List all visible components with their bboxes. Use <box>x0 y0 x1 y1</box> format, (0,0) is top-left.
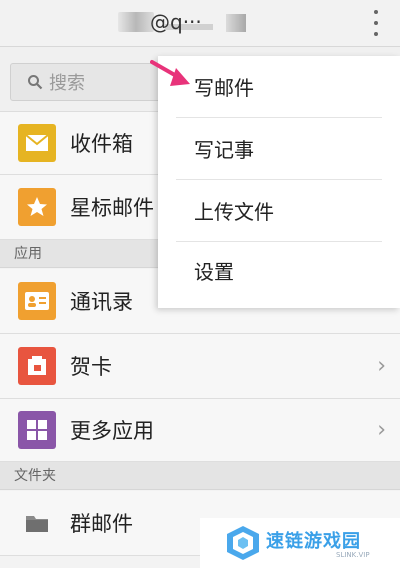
watermark: 速链游戏园 SLINK.VIP <box>200 518 400 568</box>
sidebar-item-label: 贺卡 <box>70 355 112 379</box>
sidebar-item-label: 更多应用 <box>70 419 154 443</box>
sidebar-item-label: 收件箱 <box>70 132 133 156</box>
sidebar-item-more-apps[interactable]: 更多应用 › <box>0 399 400 462</box>
sidebar-item-greeting-cards[interactable]: 贺卡 › <box>0 334 400 399</box>
sidebar-item-label: 群邮件 <box>70 512 133 536</box>
contact-card-icon <box>18 282 56 320</box>
overflow-menu-icon[interactable] <box>366 10 386 36</box>
folder-icon <box>18 504 56 542</box>
search-icon <box>28 75 43 90</box>
chevron-right-icon: › <box>377 417 386 443</box>
overflow-dropdown-menu: 写邮件 写记事 上传文件 设置 <box>158 56 400 308</box>
chevron-right-icon: › <box>377 353 386 379</box>
blurred-account-part <box>118 12 154 32</box>
star-icon <box>18 188 56 226</box>
watermark-subtitle: SLINK.VIP <box>336 551 370 559</box>
sidebar-item-label: 通讯录 <box>70 290 133 314</box>
menu-item-upload-file[interactable]: 上传文件 <box>176 182 382 242</box>
account-address: @q··· <box>150 10 202 34</box>
title-bar: @q··· <box>0 0 400 47</box>
menu-item-settings[interactable]: 设置 <box>176 242 382 302</box>
section-header-folders: 文件夹 <box>0 462 400 490</box>
search-placeholder: 搜索 <box>49 73 85 94</box>
watermark-logo-icon <box>227 526 259 560</box>
annotation-arrow-icon <box>150 60 190 86</box>
envelope-icon <box>18 124 56 162</box>
menu-item-compose[interactable]: 写邮件 <box>176 58 382 118</box>
greeting-card-icon <box>18 347 56 385</box>
menu-item-write-note[interactable]: 写记事 <box>176 120 382 180</box>
watermark-title: 速链游戏园 <box>266 531 361 552</box>
grid-icon <box>18 411 56 449</box>
blurred-account-part <box>226 14 246 32</box>
sidebar-item-label: 星标邮件 <box>70 196 154 220</box>
